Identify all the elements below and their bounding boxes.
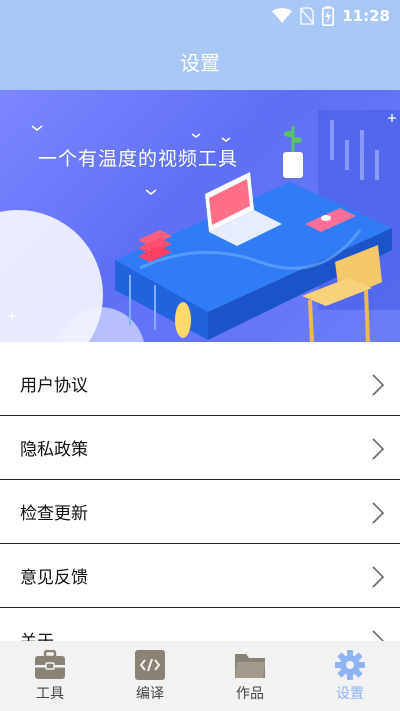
- toolbox-icon: [35, 650, 65, 679]
- chevron-right-icon: [372, 438, 384, 460]
- menu-item-about[interactable]: 关于: [0, 608, 400, 641]
- status-time: 11:28: [342, 7, 390, 25]
- tab-label: 作品: [236, 686, 264, 702]
- menu-item-label: 检查更新: [20, 504, 88, 524]
- chevron-right-icon: [372, 374, 384, 396]
- menu-item-check-update[interactable]: 检查更新: [0, 480, 400, 544]
- tab-works[interactable]: 作品: [200, 641, 300, 711]
- menu-item-label: 意见反馈: [20, 568, 88, 588]
- no-sim-icon: [300, 7, 315, 25]
- banner-illustration: [0, 110, 400, 342]
- settings-menu: 用户协议 隐私政策 检查更新 意见反馈 关于: [0, 352, 400, 641]
- tab-tools[interactable]: 工具: [0, 641, 100, 711]
- chevron-right-icon: [372, 630, 384, 641]
- gear-icon: [335, 650, 365, 680]
- code-icon: [135, 650, 165, 680]
- menu-item-privacy-policy[interactable]: 隐私政策: [0, 416, 400, 480]
- banner: 一个有温度的视频工具: [0, 90, 400, 342]
- menu-item-label: 关于: [20, 627, 54, 641]
- menu-item-feedback[interactable]: 意见反馈: [0, 544, 400, 608]
- bottom-tab-bar: 工具 编译 作品 设置: [0, 641, 400, 711]
- tab-settings[interactable]: 设置: [300, 641, 400, 711]
- folder-icon: [235, 654, 265, 678]
- menu-item-label: 用户协议: [20, 376, 88, 396]
- chevron-right-icon: [372, 566, 384, 588]
- page-title: 设置: [180, 50, 220, 75]
- status-bar: 11:28: [0, 0, 400, 32]
- wifi-icon: [272, 8, 293, 23]
- menu-item-label: 隐私政策: [20, 440, 88, 460]
- tab-label: 编译: [136, 686, 164, 702]
- battery-charging-icon: [322, 6, 335, 26]
- status-icons: 11:28: [272, 6, 390, 26]
- banner-headline: 一个有温度的视频工具: [38, 148, 239, 170]
- tab-label: 工具: [36, 686, 64, 702]
- menu-item-user-agreement[interactable]: 用户协议: [0, 352, 400, 416]
- tab-label: 设置: [336, 686, 364, 702]
- chevron-right-icon: [372, 502, 384, 524]
- tab-compile[interactable]: 编译: [100, 641, 200, 711]
- app-bar: 设置: [0, 32, 400, 90]
